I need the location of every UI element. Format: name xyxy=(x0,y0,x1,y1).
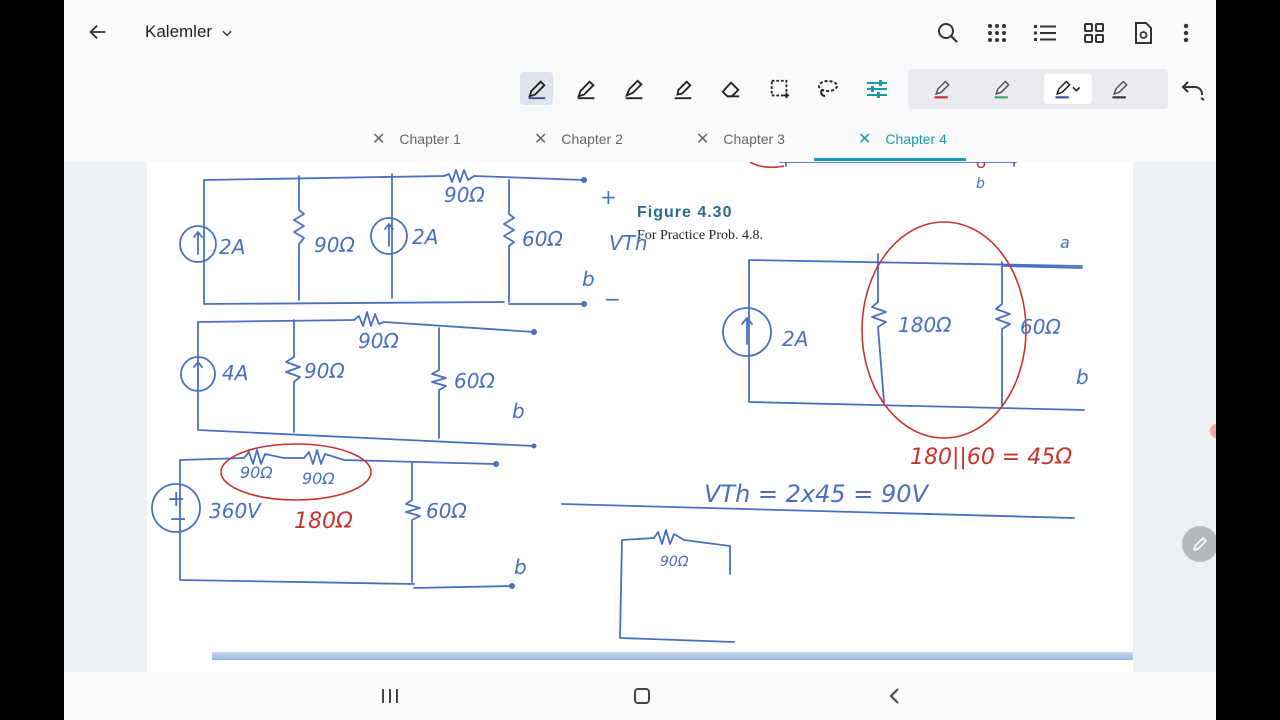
c3-r2-label: 60Ω xyxy=(426,499,467,523)
c2-r1-label: 90Ω xyxy=(304,359,345,383)
vth-equation: VTh = 2x45 = 90V xyxy=(704,480,930,508)
pen-presets xyxy=(908,69,1168,109)
system-nav-bar xyxy=(64,672,1216,720)
notebook-title[interactable]: Kalemler xyxy=(145,22,212,42)
c3-source-label: 360V xyxy=(209,499,262,523)
c3-red-sum: 180Ω xyxy=(294,509,353,534)
close-icon[interactable]: ✕ xyxy=(372,129,385,149)
side-indicator xyxy=(1210,424,1216,438)
c1-plus: + xyxy=(600,185,617,209)
tab-chapter-1[interactable]: ✕ Chapter 1 xyxy=(372,124,461,154)
c1-vth: VTh xyxy=(609,231,648,255)
close-icon[interactable]: ✕ xyxy=(858,129,871,149)
parallel-equation: 180||60 = 45Ω xyxy=(910,445,1072,470)
list-icon[interactable] xyxy=(1031,19,1059,47)
tab-label: Chapter 2 xyxy=(561,131,623,147)
tab-chapter-3[interactable]: ✕ Chapter 3 xyxy=(696,124,785,154)
pen-tool-active[interactable] xyxy=(520,72,553,105)
c3-rtop2-label: 90Ω xyxy=(302,469,335,488)
app-window: Kalemler ✕ Chapter 1 ✕ Chapter 2 ✕ Chapt… xyxy=(64,0,1216,720)
tab-label: Chapter 1 xyxy=(399,131,461,147)
edit-pencil-icon[interactable] xyxy=(1182,526,1216,562)
recents-icon[interactable] xyxy=(376,682,404,710)
close-icon[interactable]: ✕ xyxy=(534,129,547,149)
close-icon[interactable]: ✕ xyxy=(696,129,709,149)
undo-icon[interactable] xyxy=(1178,74,1208,104)
highlighter-icon[interactable] xyxy=(666,72,699,105)
fig-b: b xyxy=(1076,365,1089,389)
tab-label: Chapter 4 xyxy=(885,131,947,147)
c1-r1-label: 90Ω xyxy=(314,233,355,257)
apps-icon[interactable] xyxy=(1080,19,1108,47)
thevenin-r-label: 90Ω xyxy=(660,554,689,570)
c3-rtop1-label: 90Ω xyxy=(240,463,273,482)
c2-rtop-label: 90Ω xyxy=(358,329,399,353)
red-pen-icon[interactable] xyxy=(928,75,956,103)
blue-pen-selected-icon[interactable] xyxy=(1044,74,1092,104)
active-tab-indicator xyxy=(814,158,966,161)
c1-minus: − xyxy=(604,287,621,311)
chapter-tabs: ✕ Chapter 1 ✕ Chapter 2 ✕ Chapter 3 ✕ Ch… xyxy=(64,124,1216,154)
more-vert-icon[interactable] xyxy=(1172,19,1200,47)
select-rect-icon[interactable] xyxy=(763,72,796,105)
grid-dots-icon[interactable] xyxy=(983,19,1011,47)
pen-icon[interactable] xyxy=(617,72,650,105)
fig-a: a xyxy=(1060,233,1070,252)
fig-r1-label: 180Ω xyxy=(898,313,952,337)
lasso-icon[interactable] xyxy=(811,72,844,105)
tab-chapter-4[interactable]: ✕ Chapter 4 xyxy=(858,124,947,154)
arrow-left-icon[interactable] xyxy=(84,18,112,46)
fig-source-label: 2A xyxy=(782,327,808,351)
c2-source-label: 4A xyxy=(222,361,248,385)
voltage-minus-symbol: − xyxy=(169,507,187,532)
tab-label: Chapter 3 xyxy=(723,131,785,147)
black-pen-icon[interactable] xyxy=(1106,75,1134,103)
page-settings-icon[interactable] xyxy=(1129,19,1157,47)
c1-r2-label: 60Ω xyxy=(522,227,563,251)
home-icon[interactable] xyxy=(628,682,656,710)
fig-r2-label: 60Ω xyxy=(1020,315,1061,339)
c2-b: b xyxy=(512,399,525,423)
chevron-down-icon[interactable] xyxy=(218,24,236,42)
top-bar: Kalemler ✕ Chapter 1 ✕ Chapter 2 ✕ Chapt… xyxy=(64,0,1216,162)
c1-source2-label: 2A xyxy=(412,225,438,249)
c2-r2-label: 60Ω xyxy=(454,369,495,393)
c1-b: b xyxy=(582,267,595,291)
tab-chapter-2[interactable]: ✕ Chapter 2 xyxy=(534,124,623,154)
green-pen-icon[interactable] xyxy=(988,75,1016,103)
c3-b: b xyxy=(514,555,527,579)
back-icon[interactable] xyxy=(880,682,908,710)
eraser-icon[interactable] xyxy=(714,72,747,105)
search-icon[interactable] xyxy=(934,19,962,47)
sliders-icon[interactable] xyxy=(860,72,893,105)
pen-icon[interactable] xyxy=(569,72,602,105)
handwritten-ink: 2A 90Ω 2A 90Ω 60Ω + VTh b − 4A 90Ω 90Ω 6… xyxy=(151,162,1089,643)
c1-rtop-label: 90Ω xyxy=(444,183,485,207)
note-canvas[interactable]: Figure 4.30 For Practice Prob. 4.8. 2A 9… xyxy=(64,162,1216,672)
fig-top-b: b xyxy=(976,176,985,192)
c1-source-label: 2A xyxy=(219,235,245,259)
